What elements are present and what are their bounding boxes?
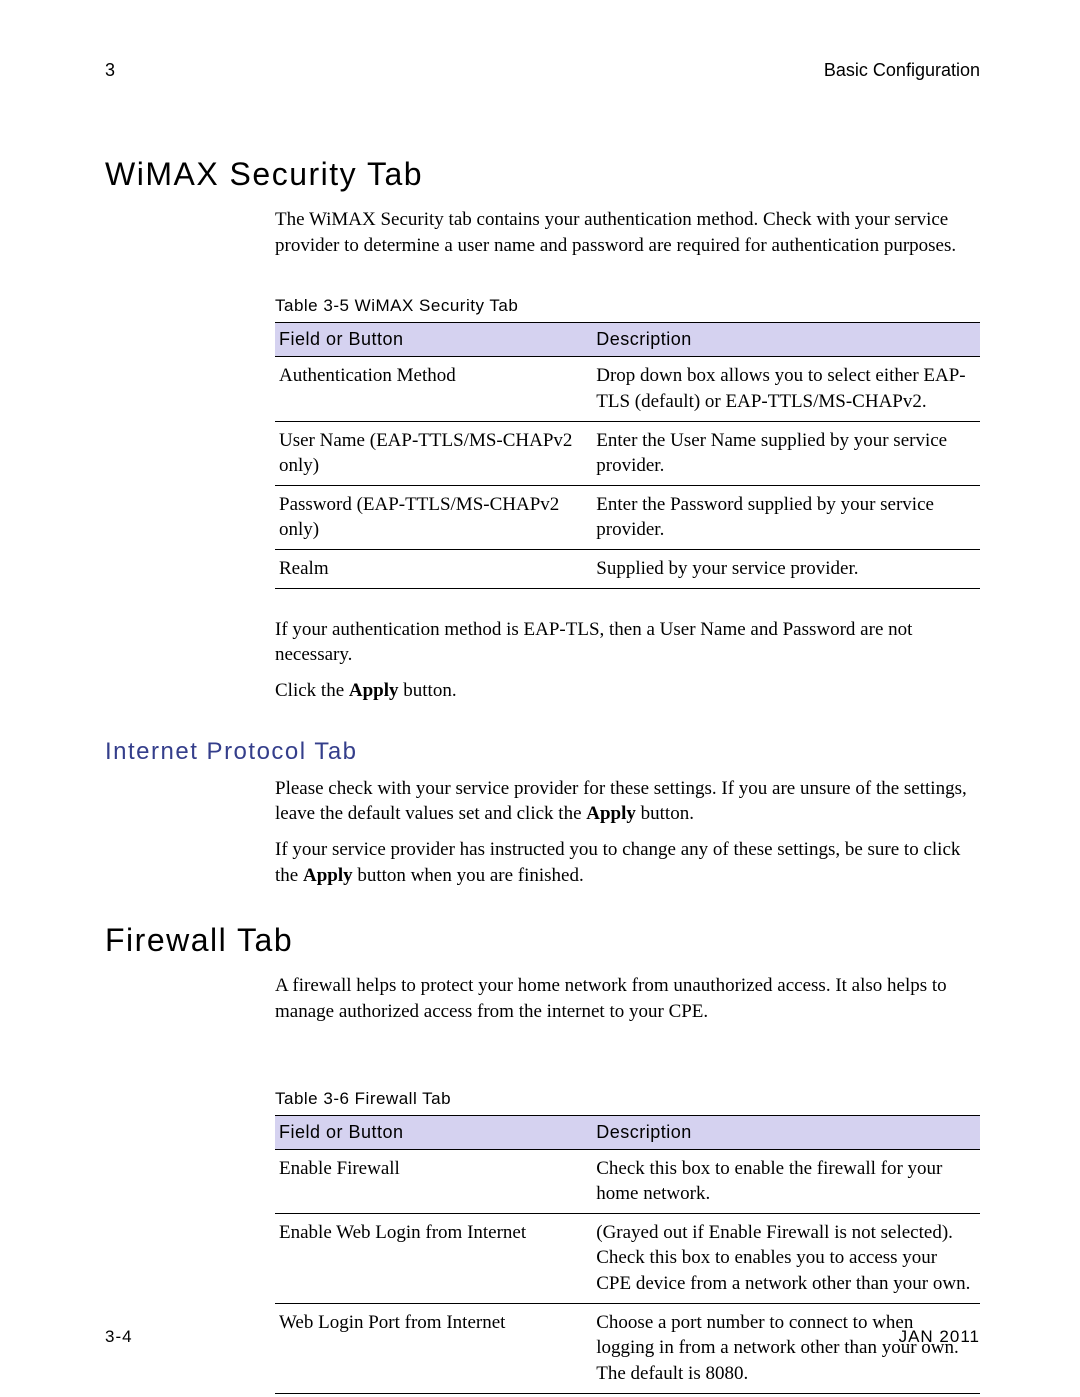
wimax-intro: The WiMAX Security tab contains your aut… <box>275 207 980 258</box>
cell-desc: Supplied by your service provider. <box>592 550 980 589</box>
page-header: 3 Basic Configuration <box>105 60 980 81</box>
table-row: Password (EAP-TTLS/MS-CHAPv2 only) Enter… <box>275 485 980 549</box>
cell-desc: Enter the Password supplied by your serv… <box>592 485 980 549</box>
table-row: User Name (EAP-TTLS/MS-CHAPv2 only) Ente… <box>275 421 980 485</box>
table-row: Enable Web Login from Internet (Grayed o… <box>275 1213 980 1303</box>
table-row: Enable Firewall Check this box to enable… <box>275 1149 980 1213</box>
cell-field: Realm <box>275 550 592 589</box>
footer-date: JAN 2011 <box>899 1327 980 1347</box>
page-content: WiMAX Security Tab The WiMAX Security ta… <box>105 156 980 1394</box>
col-header-description: Description <box>592 323 980 357</box>
cell-field: Enable Web Login from Internet <box>275 1213 592 1303</box>
page-footer: 3-4 JAN 2011 <box>105 1327 980 1347</box>
cell-desc: Enter the User Name supplied by your ser… <box>592 421 980 485</box>
cell-desc: (Grayed out if Enable Firewall is not se… <box>592 1213 980 1303</box>
chapter-title: Basic Configuration <box>824 60 980 81</box>
cell-field: Password (EAP-TTLS/MS-CHAPv2 only) <box>275 485 592 549</box>
col-header-field: Field or Button <box>275 1115 592 1149</box>
ip-paragraph-1: Please check with your service provider … <box>275 776 980 827</box>
table-caption-wimax: Table 3-5 WiMAX Security Tab <box>275 296 980 316</box>
table-caption-firewall: Table 3-6 Firewall Tab <box>275 1089 980 1109</box>
col-header-description: Description <box>592 1115 980 1149</box>
heading-internet-protocol: Internet Protocol Tab <box>105 738 980 766</box>
col-header-field: Field or Button <box>275 323 592 357</box>
table-row: Authentication Method Drop down box allo… <box>275 357 980 421</box>
table-row: Realm Supplied by your service provider. <box>275 550 980 589</box>
heading-wimax-security: WiMAX Security Tab <box>105 156 980 193</box>
chapter-number: 3 <box>105 60 115 81</box>
cell-desc: Choose a port number to connect to when … <box>592 1303 980 1393</box>
cell-field: Enable Firewall <box>275 1149 592 1213</box>
cell-field: Web Login Port from Internet <box>275 1303 592 1393</box>
heading-firewall: Firewall Tab <box>105 922 980 959</box>
firewall-intro: A firewall helps to protect your home ne… <box>275 973 980 1024</box>
page-number: 3-4 <box>105 1327 133 1347</box>
cell-desc: Drop down box allows you to select eithe… <box>592 357 980 421</box>
cell-desc: Check this box to enable the firewall fo… <box>592 1149 980 1213</box>
ip-paragraph-2: If your service provider has instructed … <box>275 837 980 888</box>
wimax-after-2: Click the Apply button. <box>275 678 980 704</box>
table-firewall: Field or Button Description Enable Firew… <box>275 1115 980 1394</box>
cell-field: User Name (EAP-TTLS/MS-CHAPv2 only) <box>275 421 592 485</box>
wimax-after-1: If your authentication method is EAP-TLS… <box>275 617 980 668</box>
table-wimax-security: Field or Button Description Authenticati… <box>275 322 980 588</box>
table-row: Web Login Port from Internet Choose a po… <box>275 1303 980 1393</box>
cell-field: Authentication Method <box>275 357 592 421</box>
